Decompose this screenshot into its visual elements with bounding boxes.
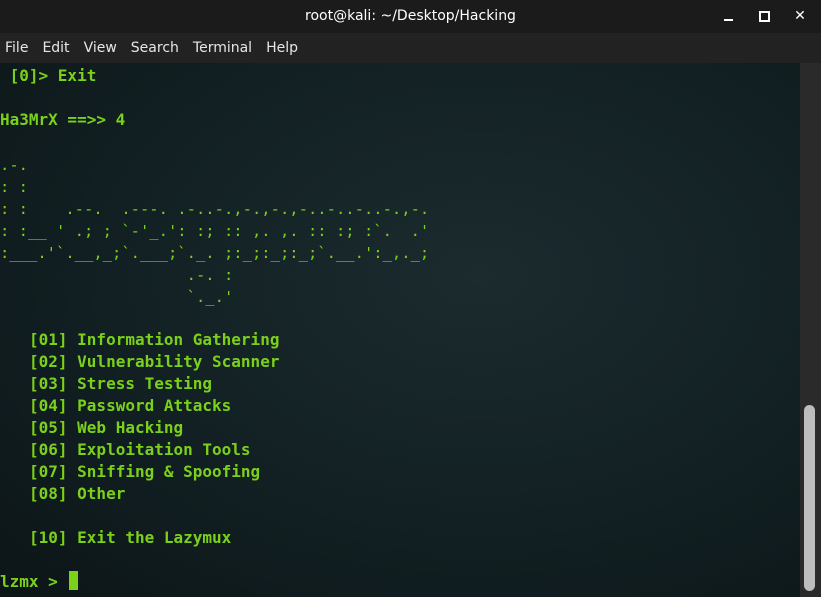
maximize-icon [758,11,770,22]
menubar: File Edit View Search Terminal Help [0,33,821,63]
exit-menu-option: [10] Exit the Lazymux [29,528,232,547]
menu-terminal[interactable]: Terminal [186,40,259,56]
ascii-art-line: .-. [0,156,28,174]
close-icon: ✕ [794,8,806,24]
menu-search[interactable]: Search [124,40,186,56]
scrollbar-thumb[interactable] [804,405,815,591]
close-button[interactable]: ✕ [790,6,810,26]
scrollbar-track[interactable] [800,63,821,597]
minimize-button[interactable] [718,6,738,26]
ascii-art-line: `._.' [0,288,234,306]
menu-help[interactable]: Help [259,40,305,56]
menu-option: [02] Vulnerability Scanner [29,352,280,371]
menu-option: [01] Information Gathering [29,330,280,349]
menu-option: [03] Stress Testing [29,374,213,393]
menu-option: [08] Other [29,484,126,503]
menu-option: [06] Exploitation Tools [29,440,251,459]
ascii-art-line: .-. : [0,266,234,284]
menu-file[interactable]: File [0,40,35,56]
window-title: root@kali: ~/Desktop/Hacking [305,7,516,24]
ascii-art-line: :___.'`.__,_;`.___;`._. ;:_;:_;:_;`.__.'… [0,244,430,262]
maximize-button[interactable] [754,6,774,26]
ascii-art-line: : : .--. .---. .-..-.,-.,-.,-..-..-..-.,… [0,200,430,218]
exit-option-line: [0]> Exit [0,66,97,85]
ascii-art-line: : : [0,178,28,196]
menu-view[interactable]: View [77,40,124,56]
menu-option: [05] Web Hacking [29,418,184,437]
menu-edit[interactable]: Edit [35,40,76,56]
window-titlebar: root@kali: ~/Desktop/Hacking ✕ [0,0,821,33]
prompt-input-line: Ha3MrX ==>> 4 [0,110,126,129]
prompt-text: lzmx > [0,572,68,591]
terminal-output[interactable]: [0]> Exit Ha3MrX ==>> 4 .-. : : : : .--.… [0,63,800,597]
ascii-art-line: : :__ ' .; ; `-'_.': :; :: ,. ,. :: :; :… [0,222,430,240]
text-cursor [69,571,79,590]
menu-option: [07] Sniffing & Spoofing [29,462,261,481]
command-prompt[interactable]: lzmx > [0,571,79,593]
minimize-icon [723,19,733,21]
menu-option: [04] Password Attacks [29,396,232,415]
